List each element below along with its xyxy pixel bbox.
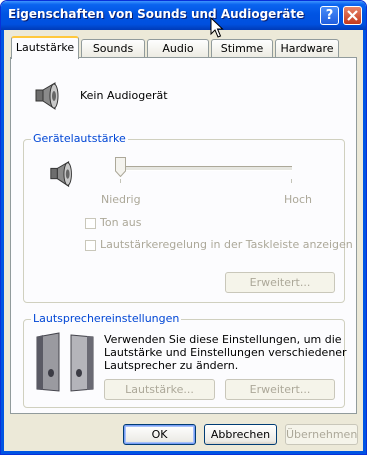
speaker-icon [35, 82, 59, 110]
speaker-description-line-3: Lautsprecher zu ändern. [104, 359, 239, 372]
cancel-button[interactable]: Abbrechen [204, 424, 277, 445]
volume-slider-track[interactable] [122, 166, 292, 171]
taskbar-label: Lautstärkeregelung in der Taskleiste anz… [100, 238, 353, 251]
dialog-window: Eigenschaften von Sounds und Audiogeräte… [0, 0, 367, 455]
speaker-advanced-button[interactable]: Erweitert... [225, 379, 335, 400]
speakers-icon [36, 332, 94, 392]
slider-tick [291, 179, 292, 183]
slider-max-label: Hoch [284, 193, 313, 206]
mouse-cursor-icon [210, 17, 224, 38]
slider-tick [120, 179, 121, 183]
speaker-description-line-1: Verwenden Sie diese Einstellungen, um di… [104, 333, 342, 346]
volume-speaker-icon [50, 160, 72, 188]
device-volume-group-label: Gerätelautstärke [31, 132, 128, 145]
speaker-settings-group-label: Lautsprechereinstellungen [31, 312, 182, 325]
slider-min-label: Niedrig [101, 193, 141, 206]
taskbar-checkbox[interactable] [85, 240, 96, 251]
ok-button[interactable]: OK [123, 424, 196, 445]
mute-label: Ton aus [100, 216, 142, 229]
device-name: Kein Audiogerät [80, 89, 168, 102]
volume-slider-thumb[interactable] [115, 157, 126, 177]
apply-button[interactable]: Übernehmen [285, 424, 358, 445]
speaker-description-line-2: Lautstärke und Einstellungen verschieden… [104, 346, 347, 359]
speaker-volume-button[interactable]: Lautstärke... [104, 379, 215, 400]
mute-checkbox[interactable] [85, 218, 96, 229]
device-advanced-button[interactable]: Erweitert... [225, 272, 335, 293]
